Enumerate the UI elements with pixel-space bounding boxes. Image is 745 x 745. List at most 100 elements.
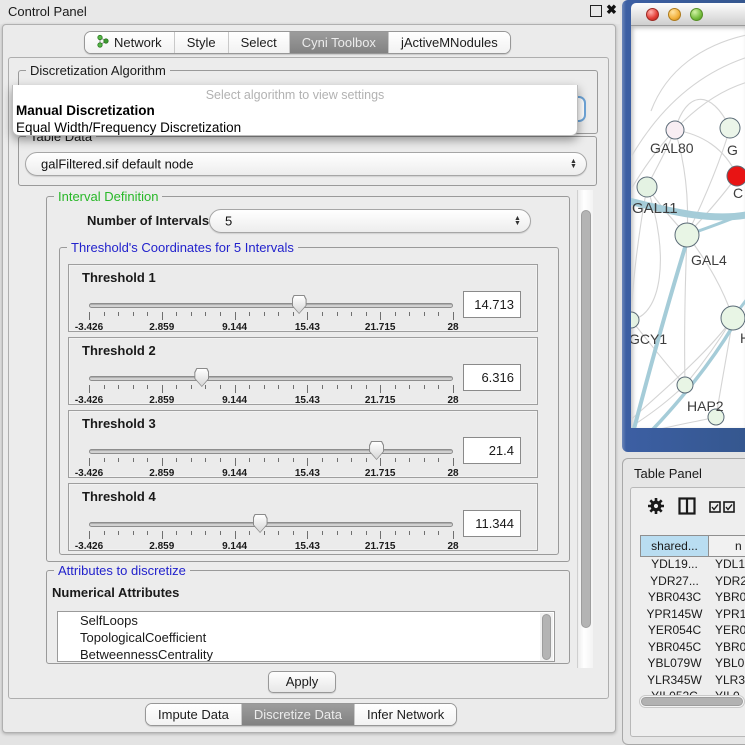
tab-style[interactable]: Style	[175, 32, 229, 53]
shared-name-cell[interactable]: YBR045C	[640, 640, 709, 657]
slider-track[interactable]	[89, 303, 453, 308]
attribute-list-item[interactable]: SelfLoops	[58, 612, 554, 629]
table-row[interactable]: YER054CYER0	[640, 623, 745, 640]
table-row[interactable]: YPR145WYPR1	[640, 607, 745, 624]
name-cell[interactable]: YPR1	[709, 607, 745, 624]
tab-cyni-toolbox[interactable]: Cyni Toolbox	[290, 32, 389, 53]
slider-track[interactable]	[89, 376, 453, 381]
network-node[interactable]	[720, 118, 740, 138]
network-node[interactable]	[727, 166, 745, 186]
menu-item-equal-width-frequency[interactable]: Equal Width/Frequency Discretization	[13, 119, 577, 136]
shared-name-cell[interactable]: YDL19...	[640, 557, 709, 574]
close-icon[interactable]: ✖	[606, 2, 617, 18]
name-cell[interactable]: YDL1	[709, 557, 745, 574]
attribute-list-item[interactable]: TopologicalCoefficient	[58, 629, 554, 646]
tab-select[interactable]: Select	[229, 32, 290, 53]
threshold-value-field[interactable]: 21.4	[463, 437, 521, 464]
network-canvas[interactable]: GAL80GCGAL11GAL4GCY1HHAP2	[631, 26, 745, 428]
shared-name-cell[interactable]: YBR043C	[640, 590, 709, 607]
tab-network[interactable]: Network	[85, 32, 175, 53]
table-row[interactable]: YDL19...YDL1	[640, 557, 745, 574]
tab-jactivemnodules[interactable]: jActiveMNodules	[389, 32, 510, 53]
tab-select-label: Select	[241, 35, 277, 50]
tick-label: 2.859	[149, 541, 174, 552]
table-row[interactable]: YLR345WYLR3	[640, 673, 745, 690]
attributes-scrollbar[interactable]	[540, 613, 553, 661]
shared-name-cell[interactable]: YLR345W	[640, 673, 709, 690]
network-node[interactable]	[675, 223, 699, 247]
network-node[interactable]	[637, 177, 657, 197]
tick-mark	[438, 385, 439, 389]
slider-tick-labels: -3.4262.8599.14415.4321.71528	[89, 468, 453, 479]
numerical-attributes-list[interactable]: SelfLoopsTopologicalCoefficientBetweenne…	[57, 611, 555, 662]
table-row[interactable]: YBR043CYBR0	[640, 590, 745, 607]
checkbox-icon[interactable]	[723, 500, 735, 518]
minimize-traffic-light-icon[interactable]	[668, 8, 681, 21]
combo-arrows-icon: ▲▼	[513, 216, 522, 226]
name-cell[interactable]: YLR3	[709, 673, 745, 690]
checkbox-icon[interactable]	[709, 500, 721, 518]
tick-mark	[249, 531, 250, 535]
tick-mark	[409, 312, 410, 316]
shared-name-cell[interactable]: YPR145W	[640, 607, 709, 624]
threshold-value-field[interactable]: 11.344	[463, 510, 521, 537]
scrollbar-thumb[interactable]	[581, 210, 591, 628]
name-cell[interactable]: YBR0	[709, 640, 745, 657]
tick-label: 2.859	[149, 468, 174, 479]
menu-item-manual-discretization[interactable]: Manual Discretization	[13, 102, 577, 119]
network-window-titlebar[interactable]	[631, 3, 745, 26]
tick-mark	[307, 385, 308, 393]
threshold-slider[interactable]: -3.4262.8599.14415.4321.71528	[89, 441, 453, 477]
threshold-panel: Threshold 3 -3.4262.8599.14415.4321.7152…	[68, 410, 538, 478]
name-cell[interactable]: YER0	[709, 623, 745, 640]
settings-vertical-scrollbar[interactable]	[577, 190, 593, 668]
threshold-slider[interactable]: -3.4262.8599.14415.4321.71528	[89, 514, 453, 550]
threshold-slider[interactable]: -3.4262.8599.14415.4321.71528	[89, 295, 453, 331]
slider-track[interactable]	[89, 449, 453, 454]
tick-mark	[337, 312, 338, 316]
scrollbar-thumb[interactable]	[542, 614, 551, 660]
shared-name-cell[interactable]: YBL079W	[640, 656, 709, 673]
tick-mark	[118, 385, 119, 389]
network-node[interactable]	[677, 377, 693, 393]
table-horizontal-scrollbar[interactable]	[639, 695, 745, 708]
name-cell[interactable]: YBR0	[709, 590, 745, 607]
name-cell[interactable]: YDR2	[709, 574, 745, 591]
threshold-label: Threshold 3	[82, 416, 156, 431]
number-of-intervals-combobox[interactable]: 5 ▲▼	[209, 209, 531, 233]
attribute-list-item[interactable]: BetweennessCentrality	[58, 646, 554, 662]
network-node[interactable]	[721, 306, 745, 330]
tab-discretize-data[interactable]: Discretize Data	[242, 704, 355, 725]
threshold-value-field[interactable]: 14.713	[463, 291, 521, 318]
table-row[interactable]: YBL079WYBL0	[640, 656, 745, 673]
apply-button[interactable]: Apply	[268, 671, 336, 693]
network-node[interactable]	[666, 121, 684, 139]
tick-mark	[191, 531, 192, 535]
name-cell[interactable]: YBL0	[709, 656, 745, 673]
tick-mark	[147, 312, 148, 316]
zoom-traffic-light-icon[interactable]	[690, 8, 703, 21]
table-data-combobox[interactable]: galFiltered.sif default node ▲▼	[25, 152, 587, 176]
tab-infer-network[interactable]: Infer Network	[355, 704, 456, 725]
scrollbar-thumb[interactable]	[641, 697, 743, 706]
gear-icon[interactable]	[647, 497, 665, 520]
close-traffic-light-icon[interactable]	[646, 8, 659, 21]
shared-name-cell[interactable]: YER054C	[640, 623, 709, 640]
column-layout-icon[interactable]	[678, 497, 696, 520]
tick-mark	[176, 385, 177, 389]
threshold-slider[interactable]: -3.4262.8599.14415.4321.71528	[89, 368, 453, 404]
slider-track[interactable]	[89, 522, 453, 527]
column-header-name[interactable]: n	[709, 535, 745, 557]
tab-impute-data[interactable]: Impute Data	[146, 704, 242, 725]
tick-mark	[322, 385, 323, 389]
table-row[interactable]: YBR045CYBR0	[640, 640, 745, 657]
threshold-value-field[interactable]: 6.316	[463, 364, 521, 391]
network-view-window: GAL80GCGAL11GAL4GCY1HHAP2	[622, 0, 745, 452]
network-node[interactable]	[631, 312, 639, 328]
table-row[interactable]: YDR27...YDR2	[640, 574, 745, 591]
tick-mark	[176, 458, 177, 462]
shared-name-cell[interactable]: YDR27...	[640, 574, 709, 591]
column-header-shared-name[interactable]: shared...	[640, 535, 709, 557]
float-window-icon[interactable]	[590, 5, 602, 17]
tick-label: 21.715	[365, 395, 396, 406]
